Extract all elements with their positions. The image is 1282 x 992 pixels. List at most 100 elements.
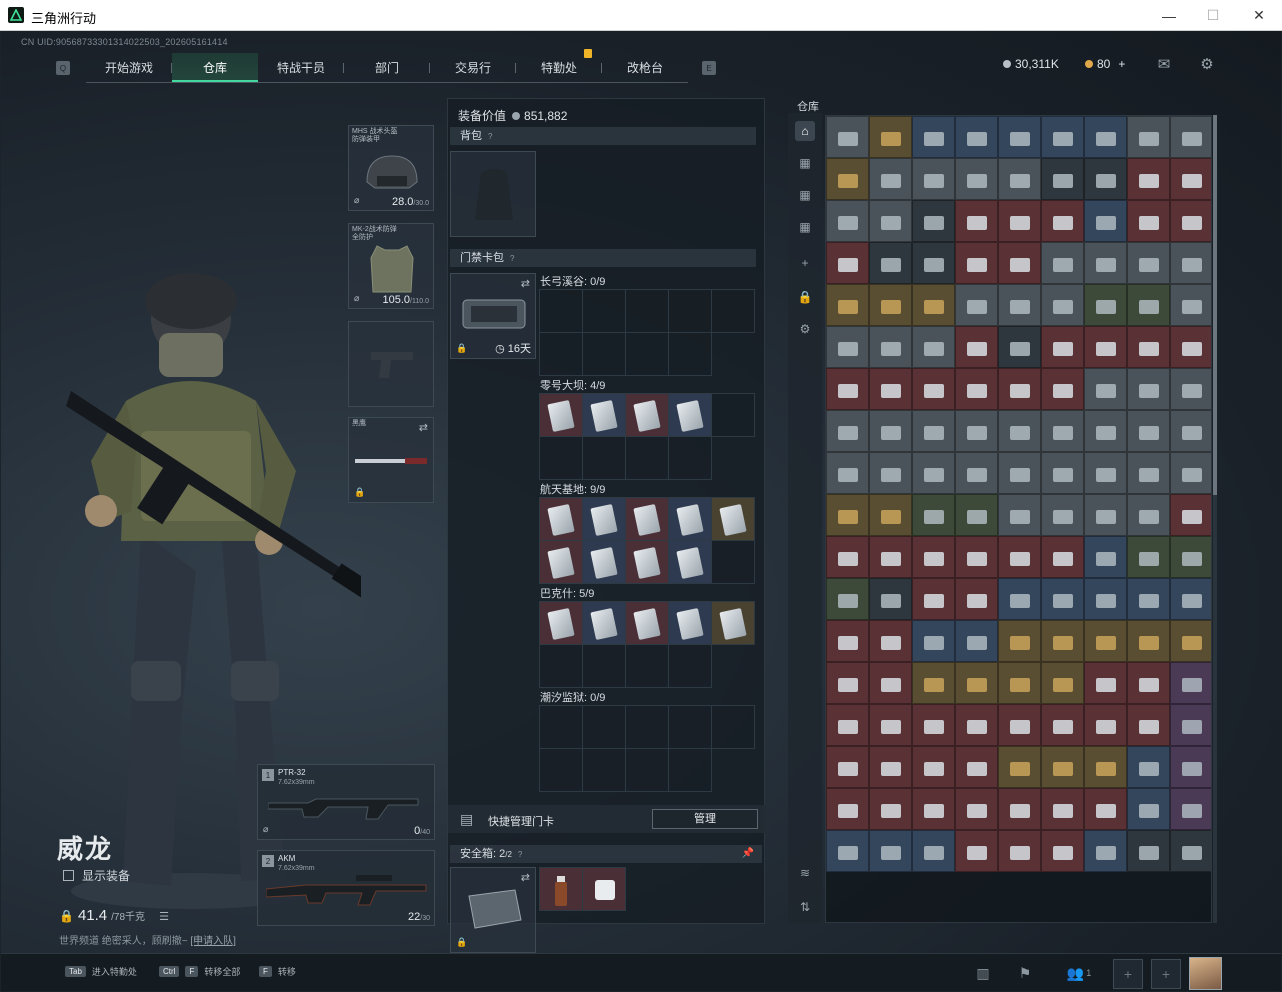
warehouse-item[interactable]: [1041, 704, 1084, 746]
tab-special-ops[interactable]: 特勤处: [516, 49, 602, 82]
warehouse-item[interactable]: [1041, 788, 1084, 830]
pistol-slot[interactable]: [348, 321, 434, 407]
warehouse-scrollbar[interactable]: [1213, 115, 1217, 923]
warehouse-item[interactable]: [955, 830, 998, 872]
help-icon[interactable]: ?: [488, 132, 492, 141]
warehouse-item[interactable]: [826, 704, 869, 746]
warehouse-item[interactable]: [955, 578, 998, 620]
manage-button[interactable]: 管理: [652, 809, 758, 829]
warehouse-item[interactable]: [1127, 578, 1170, 620]
warehouse-item[interactable]: [998, 368, 1041, 410]
warehouse-item[interactable]: [955, 620, 998, 662]
warehouse-item[interactable]: [1084, 620, 1127, 662]
tab-department[interactable]: 部门: [344, 53, 430, 82]
warehouse-item[interactable]: [869, 284, 912, 326]
warehouse-item[interactable]: [1170, 284, 1211, 326]
warehouse-item[interactable]: [998, 830, 1041, 872]
keycard-item[interactable]: [626, 394, 669, 437]
armor-slot[interactable]: MK-2战术防弹 全防护 ⌀ 105.0/110.0: [348, 223, 434, 309]
warehouse-item[interactable]: [1041, 326, 1084, 368]
warehouse-item[interactable]: [912, 788, 955, 830]
warehouse-item[interactable]: [1041, 662, 1084, 704]
warehouse-item[interactable]: [1084, 494, 1127, 536]
warehouse-item[interactable]: [1084, 200, 1127, 242]
keycard-item[interactable]: [540, 498, 583, 541]
warehouse-item[interactable]: [912, 536, 955, 578]
warehouse-item[interactable]: [1084, 830, 1127, 872]
list-icon[interactable]: ☰: [159, 910, 169, 923]
mail-icon[interactable]: ✉: [1154, 55, 1174, 73]
party-slot-2[interactable]: +: [1151, 959, 1181, 989]
warehouse-item[interactable]: [998, 200, 1041, 242]
keycard-item[interactable]: [583, 498, 626, 541]
warehouse-item[interactable]: [912, 830, 955, 872]
warehouse-item[interactable]: [955, 116, 998, 158]
warehouse-item[interactable]: [912, 410, 955, 452]
safe-box-slot[interactable]: ⇄ 🔒: [450, 867, 536, 953]
warehouse-item[interactable]: [1127, 200, 1170, 242]
warehouse-item[interactable]: [1041, 746, 1084, 788]
tab-trade[interactable]: 交易行: [430, 53, 516, 82]
warehouse-item[interactable]: [1127, 536, 1170, 578]
warehouse-item[interactable]: [1084, 284, 1127, 326]
warehouse-item[interactable]: [1084, 746, 1127, 788]
warehouse-item[interactable]: [955, 158, 998, 200]
warehouse-item[interactable]: [1041, 200, 1084, 242]
warehouse-item[interactable]: [869, 746, 912, 788]
keycard-item[interactable]: [583, 541, 626, 584]
player-avatar[interactable]: [1189, 957, 1222, 990]
warehouse-item[interactable]: [826, 116, 869, 158]
warehouse-item[interactable]: [1127, 830, 1170, 872]
warehouse-item[interactable]: [1170, 494, 1211, 536]
category-icon-1[interactable]: ▦: [795, 153, 815, 173]
warehouse-item[interactable]: [1170, 830, 1211, 872]
warehouse-item[interactable]: [912, 200, 955, 242]
hint-transfer-all[interactable]: Ctrl F 转移全部: [159, 965, 240, 978]
warehouse-item[interactable]: [1127, 704, 1170, 746]
warehouse-item[interactable]: [912, 662, 955, 704]
warehouse-item[interactable]: [826, 410, 869, 452]
swap-icon[interactable]: ⇄: [419, 421, 428, 434]
warehouse-item[interactable]: [955, 326, 998, 368]
keycard-item[interactable]: [540, 541, 583, 584]
warehouse-item[interactable]: [869, 662, 912, 704]
warehouse-item[interactable]: [998, 158, 1041, 200]
warehouse-item[interactable]: [869, 578, 912, 620]
warehouse-item[interactable]: [998, 284, 1041, 326]
warehouse-item[interactable]: [869, 536, 912, 578]
hint-transfer[interactable]: F 转移: [259, 965, 296, 978]
warehouse-item[interactable]: [1127, 284, 1170, 326]
help-icon[interactable]: ?: [518, 850, 522, 859]
keycard-item[interactable]: [669, 541, 712, 584]
warehouse-item[interactable]: [955, 242, 998, 284]
warehouse-item[interactable]: [826, 620, 869, 662]
warehouse-item[interactable]: [998, 452, 1041, 494]
keycard-item[interactable]: [626, 498, 669, 541]
warehouse-item[interactable]: [998, 116, 1041, 158]
warehouse-item[interactable]: [955, 536, 998, 578]
warehouse-item[interactable]: [955, 494, 998, 536]
maximize-button[interactable]: ☐: [1190, 0, 1236, 31]
warehouse-item[interactable]: [1170, 704, 1211, 746]
warehouse-item[interactable]: [1127, 788, 1170, 830]
warehouse-item[interactable]: [998, 704, 1041, 746]
tab-warehouse[interactable]: 仓库: [172, 53, 258, 82]
warehouse-item[interactable]: [869, 788, 912, 830]
keycard-item[interactable]: [712, 602, 755, 645]
close-button[interactable]: ✕: [1236, 0, 1282, 31]
warehouse-item[interactable]: [826, 242, 869, 284]
primary-weapon-slot[interactable]: 1 PTR-32 7.62x39mm ⌀ 0/40: [257, 764, 435, 840]
warehouse-item[interactable]: [1084, 158, 1127, 200]
warehouse-item[interactable]: [1170, 536, 1211, 578]
warehouse-item[interactable]: [1041, 578, 1084, 620]
tab-gunsmith[interactable]: 改枪台: [602, 53, 688, 82]
warehouse-item[interactable]: [1170, 662, 1211, 704]
warehouse-item[interactable]: [869, 242, 912, 284]
warehouse-all-icon[interactable]: ⌂: [795, 121, 815, 141]
warehouse-item[interactable]: [998, 746, 1041, 788]
warehouse-item[interactable]: [912, 494, 955, 536]
layers-icon[interactable]: ≋: [795, 863, 815, 883]
warehouse-item[interactable]: [826, 494, 869, 536]
warehouse-item[interactable]: [869, 326, 912, 368]
warehouse-item[interactable]: [1127, 746, 1170, 788]
